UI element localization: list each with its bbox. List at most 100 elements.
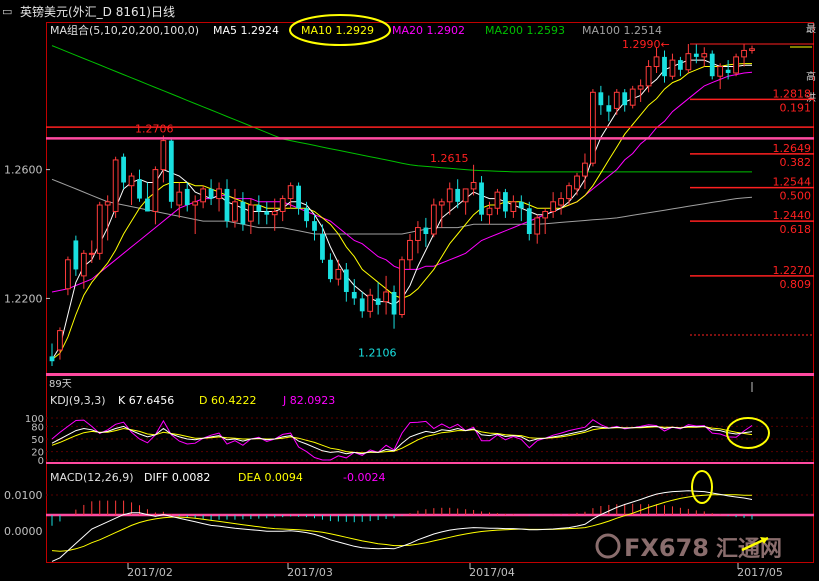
candle-body-up [247, 204, 254, 222]
window-title: 英镑美元(外汇_D 8161)日线 [20, 4, 175, 19]
candle-body-up [271, 210, 278, 216]
x-tick-label: 2017/04 [469, 566, 515, 579]
kdj-highlight-circle [726, 417, 770, 449]
kdj-d-label: D 60.4222 [199, 394, 256, 407]
candle-body-down [256, 205, 262, 212]
kdj-d-line [51, 426, 753, 454]
price-tick-label: 1.2600 [4, 164, 43, 177]
watermark-text: FX678 [624, 534, 709, 562]
annotation-high-right: 1.2990← [622, 38, 670, 51]
candle-body-down [662, 56, 667, 77]
candle-body-down [208, 188, 214, 199]
candle-body-up [88, 252, 95, 255]
candle-body-up [717, 66, 724, 77]
candle-body-up [438, 201, 445, 206]
candle-body-up [637, 85, 644, 90]
candle-body-up [685, 53, 692, 71]
ma100-label: MA100 1.2514 [582, 24, 662, 37]
kdj-k-label: K 67.6456 [118, 394, 174, 407]
kdj-name: KDJ(9,3,3) [50, 394, 106, 407]
candle-body-down [121, 156, 126, 183]
candle-body-up [470, 181, 477, 190]
candle-body-up [542, 210, 549, 219]
candle-body-up [176, 191, 183, 206]
annotation-high-mid: 1.2615 [430, 152, 469, 165]
x-tick-label: 2017/03 [287, 566, 333, 579]
fib-price-label: 1.2818 [773, 87, 812, 100]
fib-ratio-label: 0.382 [780, 156, 812, 169]
candle-body-up [57, 330, 63, 351]
divider-price-kdj [46, 373, 814, 376]
candle-body-up [574, 175, 580, 190]
kdj-j-line [51, 419, 753, 461]
watermark-cn: 汇通网 [716, 537, 782, 562]
candle-body-up [510, 201, 517, 212]
candle-body-down [503, 192, 508, 212]
macd-dea-label: DEA 0.0094 [238, 471, 303, 484]
candle-body-down [423, 227, 429, 235]
candle-body-up [430, 204, 437, 235]
candle-body-up [741, 49, 747, 58]
candle-body-up [335, 268, 342, 280]
fib-ratio-label: 0.191 [780, 101, 812, 114]
right-mark-second: 高 [806, 70, 816, 83]
chart-canvas: ▭ 英镑美元(外汇_D 8161)日线 MA组合(5,10,20,200,100… [0, 0, 819, 579]
kdj-k-line [51, 425, 753, 455]
candle-body-up [216, 188, 222, 200]
ma10-label: MA10 1.2929 [301, 24, 374, 37]
kdj-panel: 1008050200 [25, 414, 814, 467]
candle-body-up [279, 198, 286, 212]
candle-body-down [168, 140, 174, 202]
candle-body-down [725, 69, 731, 73]
candle-body-up [383, 291, 389, 303]
candles [49, 44, 755, 367]
candle-body-down [73, 240, 79, 270]
annotation-high-left: 1.2706 [135, 122, 174, 135]
macd-value-label: -0.0024 [343, 471, 385, 484]
candle-body-up [733, 56, 739, 74]
candle-body-down [518, 201, 524, 209]
candle-body-down [622, 92, 628, 106]
fibonacci-levels: 1.28180.1911.26490.3821.25440.5001.24400… [46, 43, 814, 336]
candle-body-up [486, 207, 493, 216]
candle-body-down [312, 221, 317, 231]
candle-body-up [407, 239, 413, 261]
candle-body-down [391, 291, 397, 315]
candle-body-down [343, 269, 349, 292]
ma200-label: MA200 1.2593 [485, 24, 565, 37]
macd-tick-label: 0.0000 [4, 525, 43, 538]
kdj-tick-label: 0 [38, 456, 44, 467]
fib-price-label: 1.2270 [773, 264, 812, 277]
minimize-icon[interactable]: ▭ [2, 5, 12, 18]
candle-body-up [582, 162, 588, 177]
macd-tick-label: 0.0100 [4, 489, 43, 502]
candle-body-down [137, 179, 142, 199]
kdj-tick-label: 50 [31, 435, 44, 446]
candle-body-up [80, 252, 87, 277]
chart-window: ▭ 英镑美元(外汇_D 8161)日线 MA组合(5,10,20,200,100… [0, 0, 819, 581]
candle-body-up [128, 175, 135, 187]
candle-body-down [49, 356, 55, 362]
kdj-j-label: J 82.0923 [282, 394, 335, 407]
candle-body-down [296, 185, 301, 209]
macd-diff-label: DIFF 0.0082 [144, 471, 210, 484]
days-label: 89天 [49, 379, 72, 390]
candle-body-up [462, 188, 469, 203]
candle-body-up [446, 188, 453, 203]
candle-body-down [709, 53, 715, 77]
candle-body-up [192, 201, 199, 206]
candle-body-up [645, 66, 652, 87]
candle-body-up [96, 204, 103, 254]
candle-body-down [240, 201, 246, 225]
candle-body-down [455, 188, 461, 202]
candle-body-up [566, 185, 572, 200]
candle-body-down [359, 298, 365, 312]
candle-body-down [479, 182, 484, 215]
fib-price-label: 1.2440 [773, 209, 812, 222]
candle-body-down [328, 259, 333, 280]
macd-name: MACD(12,26,9) [50, 471, 134, 484]
candle-body-up [367, 294, 374, 312]
candle-body-down [598, 92, 604, 106]
candle-body-up [653, 56, 660, 68]
candle-body-down [693, 53, 699, 57]
